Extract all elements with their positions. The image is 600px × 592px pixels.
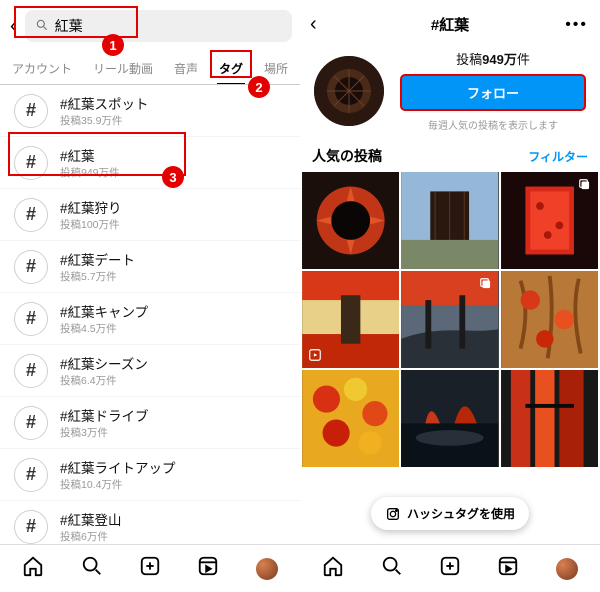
create-icon[interactable] <box>439 555 461 582</box>
result-title: #紅葉 <box>60 145 120 165</box>
hashtag-result-row[interactable]: # #紅葉登山投稿6万件 <box>0 501 300 544</box>
post-thumbnail[interactable] <box>302 172 399 269</box>
hash-icon: # <box>14 250 48 284</box>
profile-avatar[interactable] <box>556 558 578 580</box>
tab-tags[interactable]: タグ <box>217 56 245 84</box>
carousel-icon <box>578 178 592 192</box>
hashtag-result-row[interactable]: # #紅葉シーズン投稿6.4万件 <box>0 345 300 397</box>
callout-badge-1: 1 <box>102 34 124 56</box>
tab-reels[interactable]: リール動画 <box>91 56 155 84</box>
hash-icon: # <box>14 354 48 388</box>
result-meta: 投稿3万件 <box>60 425 149 440</box>
tab-audio[interactable]: 音声 <box>172 56 200 84</box>
post-thumbnail[interactable] <box>501 172 598 269</box>
bottom-nav <box>300 544 600 592</box>
post-thumbnail[interactable] <box>401 172 498 269</box>
callout-badge-2: 2 <box>248 76 270 98</box>
hashtag-result-row[interactable]: # #紅葉ドライブ投稿3万件 <box>0 397 300 449</box>
hash-icon: # <box>14 302 48 336</box>
result-title: #紅葉シーズン <box>60 353 148 373</box>
hashtag-screen: ‹ #紅葉 ••• 投稿949万件 フォロー 毎週人気の投稿を表示します 人気の… <box>300 0 600 592</box>
post-thumbnail[interactable] <box>401 271 498 368</box>
result-meta: 投稿10.4万件 <box>60 477 176 492</box>
hash-icon: # <box>14 146 48 180</box>
result-title: #紅葉スポット <box>60 93 149 113</box>
post-thumbnail[interactable] <box>501 370 598 467</box>
hash-icon: # <box>14 406 48 440</box>
use-hashtag-button[interactable]: ハッシュタグを使用 <box>371 497 529 530</box>
result-meta: 投稿100万件 <box>60 217 122 232</box>
back-chevron-icon[interactable]: ‹ <box>310 13 317 36</box>
hash-icon: # <box>14 94 48 128</box>
profile-avatar[interactable] <box>256 558 278 580</box>
result-title: #紅葉ライトアップ <box>60 457 176 477</box>
search-input[interactable]: 紅葉 <box>25 10 292 42</box>
bottom-nav <box>0 544 300 592</box>
post-count: 投稿949万件 <box>456 49 530 68</box>
callout-badge-3: 3 <box>162 166 184 188</box>
search-query: 紅葉 <box>55 16 83 36</box>
hash-icon: # <box>14 458 48 492</box>
section-title: 人気の投稿 <box>312 146 382 166</box>
reels-icon[interactable] <box>197 555 219 582</box>
home-icon[interactable] <box>322 555 344 582</box>
post-thumbnail[interactable] <box>501 271 598 368</box>
post-thumbnail[interactable] <box>302 370 399 467</box>
carousel-icon <box>479 277 493 291</box>
result-title: #紅葉狩り <box>60 197 122 217</box>
search-screen: ‹ 紅葉 1 アカウント リール動画 音声 タグ 場所 2 ##紅葉スポット投稿… <box>0 0 300 592</box>
hashtag-result-row[interactable]: # #紅葉デート投稿5.7万件 <box>0 241 300 293</box>
page-title: #紅葉 <box>431 14 469 35</box>
hash-icon: # <box>14 198 48 232</box>
reel-icon <box>308 348 322 362</box>
hashtag-result-row[interactable]: # #紅葉ライトアップ投稿10.4万件 <box>0 449 300 501</box>
result-title: #紅葉ドライブ <box>60 405 149 425</box>
result-meta: 投稿6.4万件 <box>60 373 148 388</box>
hashtag-result-list: # #紅葉スポット投稿35.9万件 # #紅葉投稿949万件 # #紅葉狩り投稿100万件… <box>0 85 300 544</box>
search-icon <box>35 18 49 35</box>
tab-accounts[interactable]: アカウント <box>10 56 74 84</box>
post-grid: ハッシュタグを使用 <box>300 172 600 544</box>
home-icon[interactable] <box>22 555 44 582</box>
follow-note: 毎週人気の投稿を表示します <box>428 117 558 132</box>
reels-icon[interactable] <box>497 555 519 582</box>
search-nav-icon[interactable] <box>381 555 403 582</box>
result-meta: 投稿5.7万件 <box>60 269 135 284</box>
post-thumbnail[interactable] <box>401 370 498 467</box>
result-meta: 投稿35.9万件 <box>60 113 149 128</box>
hashtag-result-row[interactable]: # #紅葉投稿949万件 <box>0 137 300 189</box>
hashtag-result-row[interactable]: # #紅葉キャンプ投稿4.5万件 <box>0 293 300 345</box>
hashtag-result-row[interactable]: # #紅葉狩り投稿100万件 <box>0 189 300 241</box>
result-meta: 投稿949万件 <box>60 165 120 180</box>
result-title: #紅葉デート <box>60 249 135 269</box>
result-title: #紅葉キャンプ <box>60 301 148 321</box>
hash-icon: # <box>14 510 48 544</box>
result-title: #紅葉登山 <box>60 509 122 529</box>
follow-button[interactable]: フォロー <box>400 74 586 111</box>
create-icon[interactable] <box>139 555 161 582</box>
post-thumbnail[interactable] <box>302 271 399 368</box>
hashtag-avatar <box>314 56 384 126</box>
back-chevron-icon[interactable]: ‹ <box>8 15 19 38</box>
more-icon[interactable]: ••• <box>565 16 588 34</box>
result-meta: 投稿6万件 <box>60 529 122 544</box>
filter-button[interactable]: フィルター <box>528 148 588 165</box>
result-meta: 投稿4.5万件 <box>60 321 148 336</box>
search-nav-icon[interactable] <box>81 555 103 582</box>
